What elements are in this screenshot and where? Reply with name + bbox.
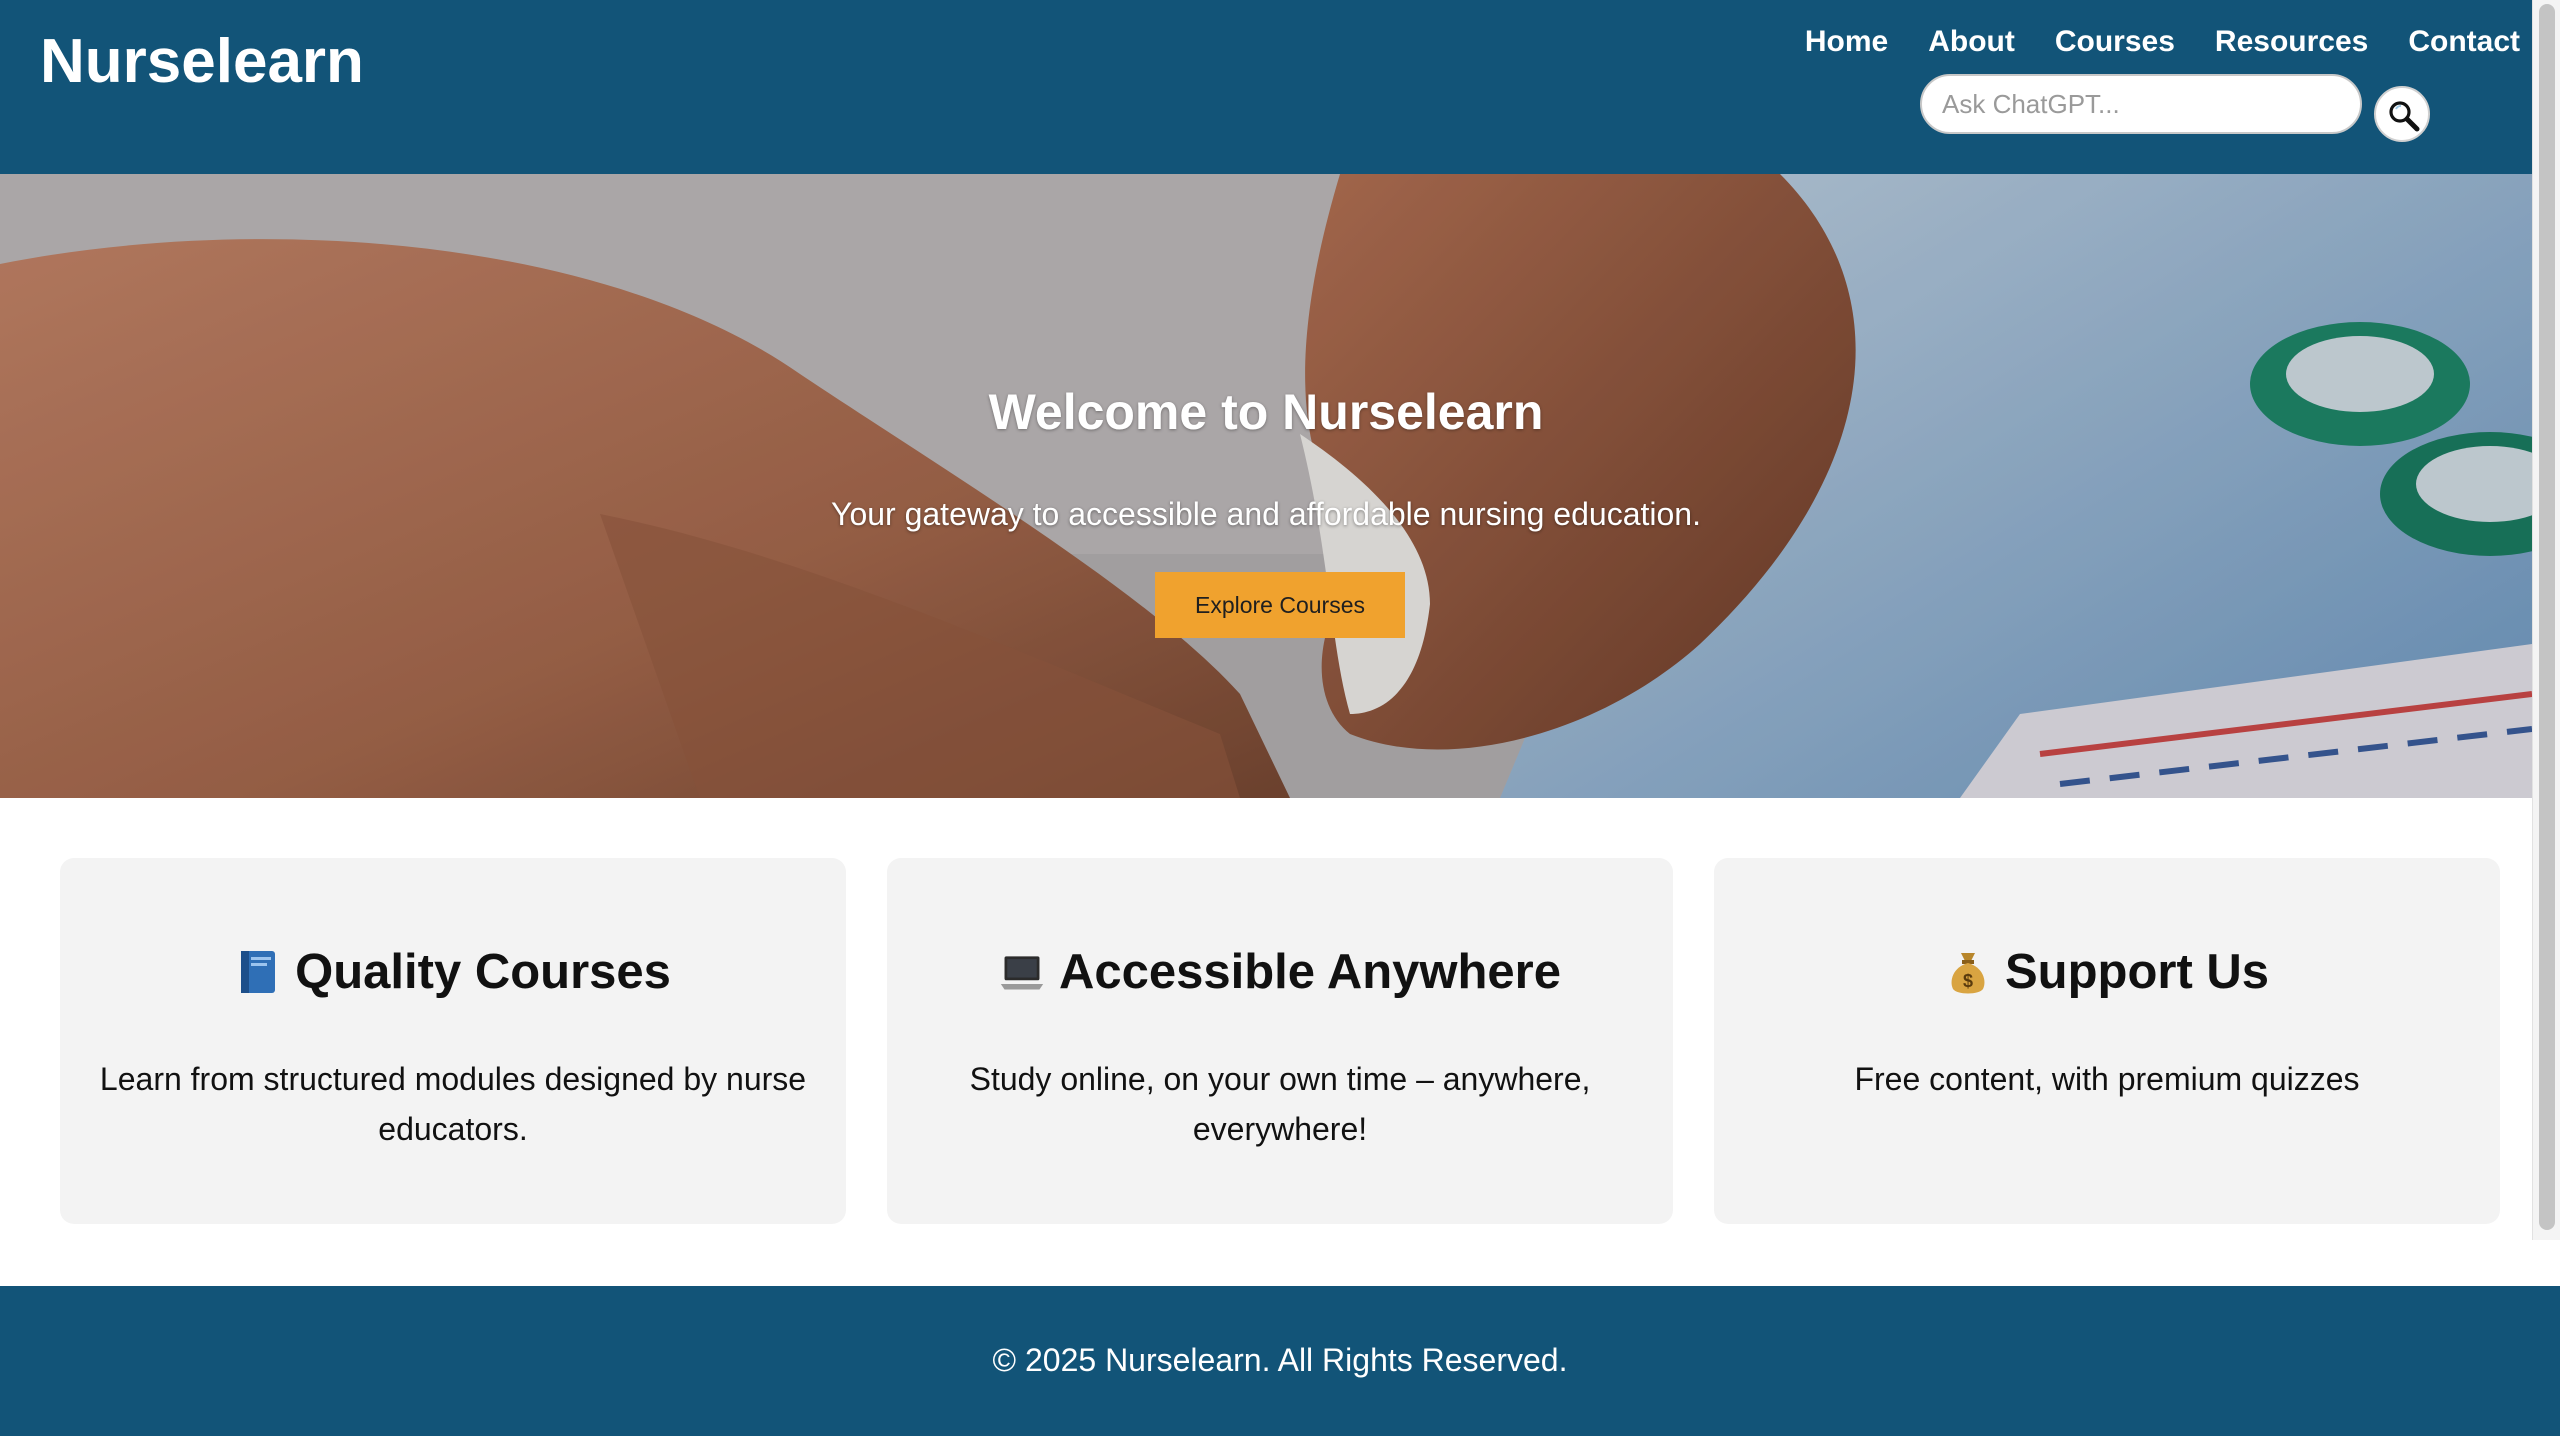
- feature-heading: Support Us: [2004, 945, 2270, 999]
- feature-description: Learn from structured modules designed b…: [99, 1061, 807, 1147]
- site-header: Nurselearn Home About Courses Resources …: [0, 0, 2532, 174]
- nav-resources-link[interactable]: Resources: [2215, 22, 2368, 62]
- main-nav: Home About Courses Resources Contact: [1805, 22, 2520, 62]
- feature-card-support-us: $ Support Us Free content, with premium …: [1714, 858, 2500, 1224]
- copyright-text: © 2025 Nurselearn. All Rights Reserved.: [992, 1342, 1568, 1378]
- scrollbar-thumb[interactable]: [2539, 4, 2555, 1230]
- feature-title: Accessible Anywhere: [887, 942, 1673, 1002]
- hero-title: Welcome to Nurselearn: [988, 384, 1544, 440]
- scrollbar[interactable]: [2532, 0, 2560, 1240]
- nav-contact-link[interactable]: Contact: [2408, 22, 2520, 62]
- nav-courses-link[interactable]: Courses: [2055, 22, 2175, 62]
- feature-heading: Quality Courses: [295, 945, 671, 999]
- hero-subtitle: Your gateway to accessible and affordabl…: [831, 496, 1701, 532]
- site-footer: © 2025 Nurselearn. All Rights Reserved.: [0, 1286, 2560, 1436]
- laptop-icon: [1000, 956, 1044, 990]
- book-icon: [241, 951, 276, 993]
- svg-text:$: $: [1963, 971, 1973, 991]
- money-bag-icon: $: [1951, 953, 1985, 994]
- nav-home-link[interactable]: Home: [1805, 22, 1888, 62]
- page: Nurselearn Home About Courses Resources …: [0, 0, 2560, 1436]
- chatgpt-search-input[interactable]: [1920, 74, 2362, 134]
- search-icon: [2389, 101, 2420, 132]
- feature-description: Study online, on your own time – anywher…: [969, 1061, 1591, 1147]
- nav-about-link[interactable]: About: [1928, 22, 2015, 62]
- feature-heading: Accessible Anywhere: [1058, 945, 1562, 999]
- search-button[interactable]: [2374, 86, 2430, 142]
- hero-section: Welcome to Nurselearn Your gateway to ac…: [0, 174, 2532, 798]
- feature-title: Quality Courses: [60, 942, 846, 1002]
- site-logo[interactable]: Nurselearn: [40, 24, 364, 100]
- explore-courses-button[interactable]: Explore Courses: [1155, 572, 1405, 638]
- feature-card-accessible-anywhere: Accessible Anywhere Study online, on you…: [887, 858, 1673, 1224]
- feature-title: $ Support Us: [1714, 942, 2500, 1002]
- features-section: Quality Courses Learn from structured mo…: [0, 798, 2532, 1286]
- feature-card-quality-courses: Quality Courses Learn from structured mo…: [60, 858, 846, 1224]
- hero-overlay: [0, 174, 2532, 798]
- feature-description: Free content, with premium quizzes: [1854, 1061, 2360, 1097]
